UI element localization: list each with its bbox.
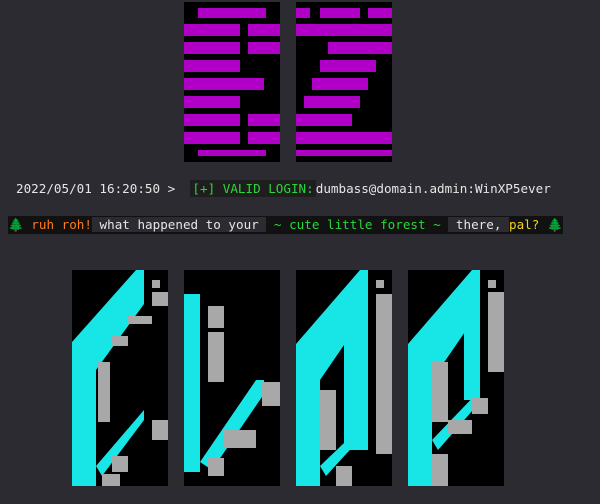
cyan-glyph-4 [408, 270, 504, 486]
magenta-glyph-left [184, 8, 280, 156]
tree-icon-right: 🌲 [546, 217, 563, 232]
ascii-art-cyan-1 [72, 270, 168, 486]
prompt-arrow: > [160, 181, 183, 196]
cyan-glyph-1 [72, 270, 168, 486]
ascii-art-magenta-left [184, 2, 280, 162]
forest-message-line: 🌲 ruh roh! what happened to your ~ cute … [8, 216, 563, 234]
cyan-glyph-2 [184, 294, 280, 476]
ascii-art-cyan-3 [296, 270, 392, 486]
valid-login-badge: [+] VALID LOGIN: [190, 180, 316, 197]
terminal-screen: 2022/05/01 16:20:50 > [+] VALID LOGIN: du… [0, 0, 600, 504]
ascii-art-cyan-2 [184, 270, 280, 486]
ruh-roh-text: ruh roh! [31, 217, 92, 232]
middle-text: what happened to your [91, 217, 267, 232]
magenta-glyph-right [296, 8, 392, 156]
forest-text: ~ cute little forest ~ [266, 217, 449, 232]
ascii-art-magenta-right [296, 2, 392, 162]
pal-text: pal? [509, 217, 540, 232]
timestamp: 2022/05/01 16:20:50 [16, 181, 161, 196]
cyan-glyph-3 [296, 270, 392, 486]
tree-icon-left: 🌲 [8, 217, 24, 232]
ascii-art-cyan-4 [408, 270, 504, 486]
credentials: dumbass@domain.admin:WinXP5ever [315, 181, 551, 196]
there-text: there, [448, 217, 509, 232]
login-log-line: 2022/05/01 16:20:50 > [+] VALID LOGIN: du… [16, 180, 551, 198]
